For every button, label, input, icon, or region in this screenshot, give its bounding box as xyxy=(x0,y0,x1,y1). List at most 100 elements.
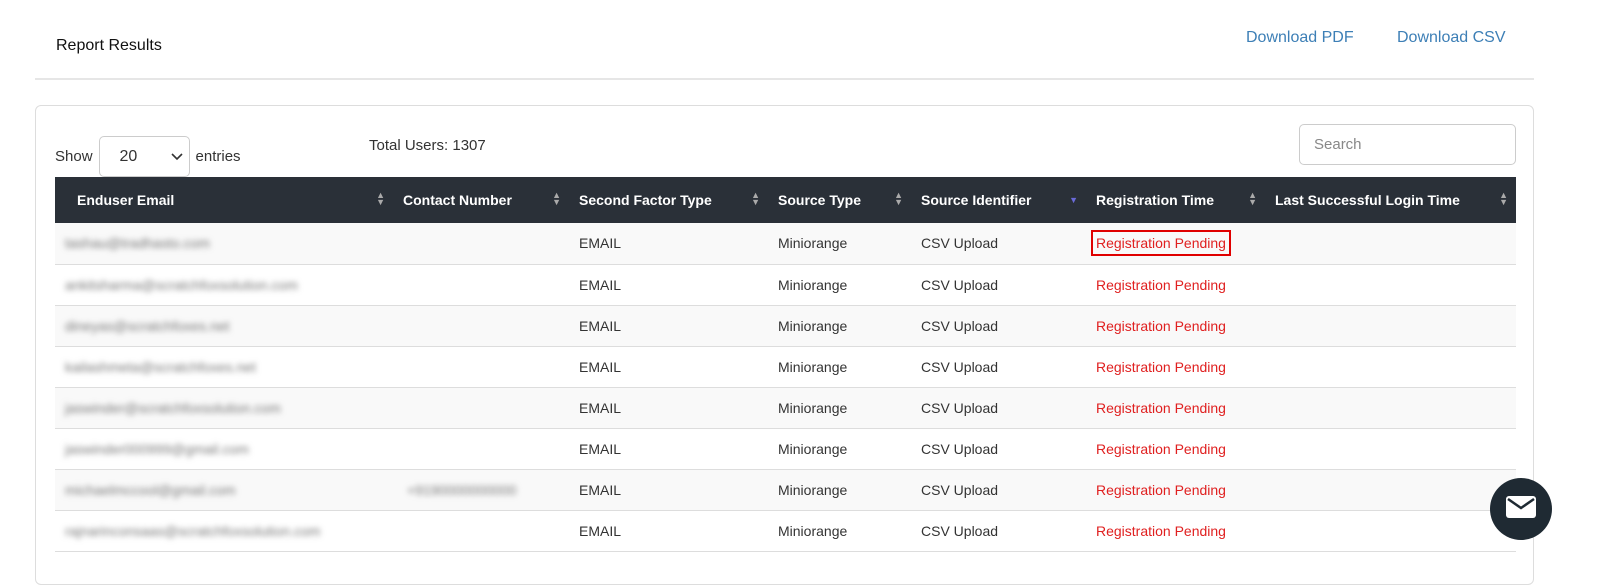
email-value: tashau@tradhasto.com xyxy=(65,235,210,252)
column-header[interactable]: Source Type ▲ ▼ xyxy=(768,177,911,223)
table-row: rajnarinconsaas@scratchfoxsolution.com EM… xyxy=(55,510,1516,552)
source-id-value: CSV Upload xyxy=(921,317,999,334)
source-id-value: CSV Upload xyxy=(921,522,999,539)
table-row: kailashmeta@scratchfoxes.net EMAIL Miniora… xyxy=(55,346,1516,388)
source-type-value: Miniorange xyxy=(778,481,848,498)
email-value: dineyas@scratchfoxes.net xyxy=(65,317,230,334)
cell-last-login xyxy=(1265,346,1516,388)
source-type-value: Miniorange xyxy=(778,317,848,334)
cell-source-id: CSV Upload xyxy=(911,510,1086,552)
cell-last-login xyxy=(1265,264,1516,306)
cell-source-id: CSV Upload xyxy=(911,428,1086,470)
source-id-value: CSV Upload xyxy=(921,358,999,375)
column-header[interactable]: Last Successful Login Time ▲ ▼ xyxy=(1265,177,1516,223)
email-value: kailashmeta@scratchfoxes.net xyxy=(65,358,256,375)
cell-source-type: Miniorange xyxy=(768,387,911,429)
factor-value: EMAIL xyxy=(579,481,622,498)
sort-icon: ▲ ▼ xyxy=(894,190,903,207)
cell-reg-time: Registration Pending xyxy=(1086,223,1265,265)
cell-factor: EMAIL xyxy=(569,223,768,265)
cell-reg-time: Registration Pending xyxy=(1086,510,1265,552)
column-label: Second Factor Type xyxy=(579,192,712,208)
registration-status: Registration Pending xyxy=(1091,230,1231,257)
table-row: dineyas@scratchfoxes.net EMAIL Miniorange C… xyxy=(55,305,1516,347)
cell-source-id: CSV Upload xyxy=(911,305,1086,347)
cell-reg-time: Registration Pending xyxy=(1086,387,1265,429)
column-header[interactable]: Contact Number ▲ ▼ xyxy=(393,177,569,223)
entries-control: Show 20 entries xyxy=(55,136,241,177)
cell-reg-time: Registration Pending xyxy=(1086,305,1265,347)
download-csv-link[interactable]: Download CSV xyxy=(1397,29,1506,47)
factor-value: EMAIL xyxy=(579,317,622,334)
cell-factor: EMAIL xyxy=(569,469,768,511)
cell-email: kailashmeta@scratchfoxes.net xyxy=(55,346,393,388)
cell-email: ankitsharma@scratchfoxsolution.com xyxy=(55,264,393,306)
source-id-value: CSV Upload xyxy=(921,276,999,293)
table-row: jaswinder@scratchfoxsolution.com EMAIL Min… xyxy=(55,387,1516,429)
column-header[interactable]: Second Factor Type ▲ ▼ xyxy=(569,177,768,223)
registration-status: Registration Pending xyxy=(1096,399,1226,416)
email-value: jaswinder000999@gmail.com xyxy=(65,440,249,457)
cell-contact xyxy=(393,428,569,470)
download-pdf-link[interactable]: Download PDF xyxy=(1246,29,1354,47)
entries-select[interactable]: 20 xyxy=(98,136,190,177)
cell-contact xyxy=(393,387,569,429)
column-header[interactable]: Registration Time ▲ ▼ xyxy=(1086,177,1265,223)
registration-status: Registration Pending xyxy=(1096,522,1226,539)
users-table: Enduser Email ▲ ▼ Contact Number ▲ ▼ Second Fa… xyxy=(55,177,1516,552)
entries-value: 20 xyxy=(119,147,138,165)
email-value: jaswinder@scratchfoxsolution.com xyxy=(65,399,281,416)
factor-value: EMAIL xyxy=(579,358,622,375)
cell-email: rajnarinconsaas@scratchfoxsolution.com xyxy=(55,510,393,552)
source-type-value: Miniorange xyxy=(778,235,848,252)
registration-status: Registration Pending xyxy=(1096,276,1226,293)
column-header[interactable]: Source Identifier ▼ xyxy=(911,177,1086,223)
sort-icon: ▲ ▼ xyxy=(751,190,760,207)
cell-contact xyxy=(393,510,569,552)
cell-reg-time: Registration Pending xyxy=(1086,346,1265,388)
column-header[interactable]: Enduser Email ▲ ▼ xyxy=(55,177,393,223)
column-label: Registration Time xyxy=(1096,192,1214,208)
cell-factor: EMAIL xyxy=(569,264,768,306)
cell-last-login xyxy=(1265,469,1516,511)
report-card: Show 20 entries Total Users: 1307 Enduse… xyxy=(35,105,1534,585)
sort-icon: ▲ ▼ xyxy=(376,190,385,207)
column-label: Last Successful Login Time xyxy=(1275,192,1460,208)
column-label: Contact Number xyxy=(403,192,512,208)
source-type-value: Miniorange xyxy=(778,276,848,293)
cell-reg-time: Registration Pending xyxy=(1086,469,1265,511)
source-id-value: CSV Upload xyxy=(921,440,999,457)
source-type-value: Miniorange xyxy=(778,399,848,416)
cell-source-type: Miniorange xyxy=(768,264,911,306)
factor-value: EMAIL xyxy=(579,522,622,539)
cell-contact xyxy=(393,223,569,265)
cell-reg-time: Registration Pending xyxy=(1086,264,1265,306)
column-label: Source Identifier xyxy=(921,192,1032,208)
cell-email: jaswinder000999@gmail.com xyxy=(55,428,393,470)
sort-icon: ▲ ▼ xyxy=(1499,190,1508,207)
cell-last-login xyxy=(1265,428,1516,470)
cell-source-type: Miniorange xyxy=(768,428,911,470)
registration-status: Registration Pending xyxy=(1096,440,1226,457)
cell-contact xyxy=(393,346,569,388)
cell-reg-time: Registration Pending xyxy=(1086,428,1265,470)
cell-source-type: Miniorange xyxy=(768,346,911,388)
cell-last-login xyxy=(1265,305,1516,347)
page-header: Report Results Download PDF Download CSV xyxy=(35,0,1534,80)
factor-value: EMAIL xyxy=(579,276,622,293)
registration-status: Registration Pending xyxy=(1096,317,1226,334)
cell-factor: EMAIL xyxy=(569,346,768,388)
cell-factor: EMAIL xyxy=(569,305,768,347)
registration-status: Registration Pending xyxy=(1096,358,1226,375)
cell-email: jaswinder@scratchfoxsolution.com xyxy=(55,387,393,429)
search-input[interactable] xyxy=(1299,124,1516,165)
chat-button[interactable] xyxy=(1490,478,1552,540)
cell-source-type: Miniorange xyxy=(768,223,911,265)
cell-email: dineyas@scratchfoxes.net xyxy=(55,305,393,347)
registration-status: Registration Pending xyxy=(1096,481,1226,498)
source-type-value: Miniorange xyxy=(778,440,848,457)
cell-source-id: CSV Upload xyxy=(911,223,1086,265)
entries-label: entries xyxy=(195,148,241,165)
source-type-value: Miniorange xyxy=(778,358,848,375)
cell-factor: EMAIL xyxy=(569,428,768,470)
